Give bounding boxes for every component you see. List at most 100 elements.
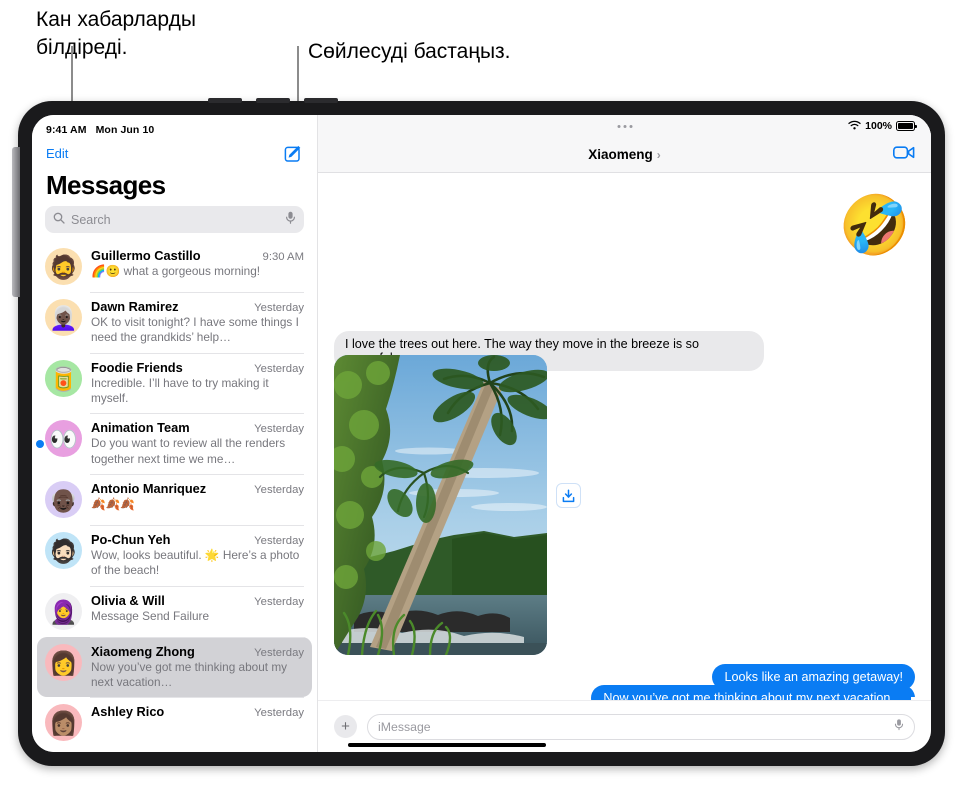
outgoing-message-text: Looks like an amazing getaway!	[724, 670, 903, 684]
conversation-topline: Guillermo Castillo 9:30 AM	[91, 248, 304, 263]
conversation-row[interactable]: 👩🏽 Ashley Rico Yesterday	[37, 697, 312, 748]
sidebar-toolbar: Edit	[32, 136, 317, 163]
plus-icon[interactable]: +	[334, 715, 357, 738]
conversation-row[interactable]: 👩 Xiaomeng Zhong Yesterday Now you’ve got m…	[37, 636, 312, 698]
avatar: 🥫	[45, 359, 82, 397]
conversation-row[interactable]: 🥫 Foodie Friends Yesterday Incredible. I’ll…	[37, 352, 312, 414]
conversation-meta: Animation Team Yesterday Do you want to re…	[91, 420, 304, 467]
home-indicator[interactable]	[348, 743, 546, 747]
power-button[interactable]	[304, 98, 338, 103]
conversation-row[interactable]: 👴🏿 Antonio Manriquez Yesterday 🍂🍂🍂	[37, 473, 312, 525]
conversation-row[interactable]: 👀 Animation Team Yesterday Do you want to r…	[36, 413, 312, 474]
conversation-timestamp: Yesterday	[254, 423, 304, 436]
search-icon	[53, 211, 65, 229]
ipad-screen: 9:41 AM Mon Jun 10 Edit Messages Search …	[32, 115, 931, 752]
wifi-icon	[848, 120, 861, 133]
conversation-meta: Po-Chun Yeh Yesterday Wow, looks beautiful…	[91, 532, 304, 579]
ipad-device-frame: 9:41 AM Mon Jun 10 Edit Messages Search …	[12, 98, 945, 766]
avatar-glyph: 👴🏿	[49, 486, 78, 513]
photo-attachment[interactable]	[334, 355, 547, 655]
video-camera-icon[interactable]	[893, 145, 915, 165]
conversation-name: Dawn Ramirez	[91, 299, 179, 314]
conversation-header: Xiaomeng ›	[318, 137, 931, 173]
callout-label-unread: Кан хабарларды білдіреді.	[36, 8, 196, 59]
avatar: 🧔	[45, 248, 82, 285]
avatar: 👩🏿‍🦳	[45, 299, 82, 336]
row-divider	[90, 292, 304, 293]
conversation-timestamp: Yesterday	[254, 483, 304, 496]
conversation-name: Antonio Manriquez	[91, 480, 207, 496]
status-time: 9:41 AM	[46, 124, 87, 136]
compose-icon[interactable]	[284, 144, 303, 163]
conversation-row[interactable]: 🧕 Olivia & Will Yesterday Message Send Fail…	[37, 585, 312, 637]
messages-sidebar: 9:41 AM Mon Jun 10 Edit Messages Search …	[32, 115, 318, 752]
avatar-glyph: 👩🏿‍🦳	[49, 305, 78, 331]
conversation-preview: Incredible. I’ll have to try making it m…	[91, 375, 269, 405]
conversation-name: Animation Team	[91, 420, 190, 436]
reaction-emoji: 🤣	[838, 193, 911, 258]
conversation-name: Olivia & Will	[91, 592, 165, 608]
microphone-icon[interactable]	[285, 211, 296, 229]
chevron-right-icon: ›	[656, 147, 661, 162]
row-divider	[90, 697, 304, 699]
status-indicators: 100%	[848, 120, 917, 133]
photo-message[interactable]	[334, 355, 547, 655]
row-divider	[90, 473, 304, 475]
row-divider	[90, 585, 304, 587]
conversation-meta: Guillermo Castillo 9:30 AM 🌈🙂 what a gorge…	[91, 248, 304, 285]
conversation-name: Ashley Rico	[91, 704, 165, 720]
conversation-name: Foodie Friends	[91, 359, 183, 375]
conversation-topline: Olivia & Will Yesterday	[91, 593, 304, 608]
conversation-row[interactable]: 👩🏿‍🦳 Dawn Ramirez Yesterday OK to visit ton…	[37, 292, 312, 353]
status-date: Mon Jun 10	[95, 124, 155, 136]
conversation-topline: Animation Team Yesterday	[91, 420, 304, 435]
imessage-input[interactable]: iMessage	[367, 713, 915, 740]
conversation-meta: Xiaomeng Zhong Yesterday Now you’ve got me…	[91, 644, 304, 691]
volume-button[interactable]	[256, 98, 290, 103]
status-bar-left: 9:41 AM Mon Jun 10	[32, 115, 317, 136]
message-thread[interactable]: 🤣 I love the trees out here. The way the…	[318, 173, 931, 700]
avatar-glyph: 🧔	[49, 254, 78, 280]
conversation-row[interactable]: 🧔🏻 Po-Chun Yeh Yesterday Wow, looks beautif…	[37, 524, 312, 586]
conversation-timestamp: Yesterday	[254, 595, 304, 608]
unread-badge-dot	[36, 439, 44, 448]
row-divider	[90, 413, 304, 415]
edit-button[interactable]: Edit	[46, 146, 68, 161]
conversation-meta: Foodie Friends Yesterday Incredible. I’ll …	[91, 360, 304, 407]
search-placeholder: Search	[71, 212, 111, 227]
multitasking-dots-icon[interactable]	[617, 124, 632, 128]
avatar: 👴🏿	[45, 480, 82, 518]
conversation-topline: Xiaomeng Zhong Yesterday	[91, 644, 304, 659]
conversation-preview: 🌈🙂 what a gorgeous morning!	[91, 264, 261, 278]
callout-label-new-conversation: Сөйлесуді бастаңыз.	[308, 40, 511, 63]
conversation-preview: 🍂🍂🍂	[91, 496, 136, 511]
outgoing-message-bubble[interactable]: Now you’ve got me thinking about my next…	[591, 685, 919, 700]
conversation-timestamp: Yesterday	[254, 362, 304, 375]
avatar-glyph: 👩	[49, 649, 78, 676]
screenshot-root: Кан хабарларды білдіреді. Сөйлесуді баст…	[0, 0, 963, 787]
search-input[interactable]: Search	[45, 206, 304, 233]
avatar: 🧔🏻	[45, 531, 82, 569]
conversation-topline: Dawn Ramirez Yesterday	[91, 299, 304, 314]
avatar-glyph: 🧔🏻	[49, 537, 78, 564]
imessage-placeholder: iMessage	[378, 719, 431, 734]
conversation-preview: Do you want to review all the renders to…	[91, 436, 286, 466]
contact-name: Xiaomeng	[588, 147, 653, 162]
avatar-glyph: 👀	[49, 426, 78, 453]
conversation-name: Guillermo Castillo	[91, 248, 201, 263]
save-to-photos-icon[interactable]	[556, 483, 581, 508]
conversation-list[interactable]: 🧔 Guillermo Castillo 9:30 AM 🌈🙂 what a gorg…	[32, 241, 317, 752]
conversation-timestamp: 9:30 AM	[262, 251, 304, 263]
conversation-name: Po-Chun Yeh	[91, 531, 171, 547]
conversation-topline: Antonio Manriquez Yesterday	[91, 481, 304, 496]
microphone-icon[interactable]	[894, 718, 904, 736]
avatar-glyph: 🥫	[49, 365, 78, 392]
volume-button[interactable]	[208, 98, 242, 103]
conversation-timestamp: Yesterday	[254, 646, 304, 659]
conversation-row[interactable]: 🧔 Guillermo Castillo 9:30 AM 🌈🙂 what a gorg…	[37, 241, 312, 292]
page-title: Messages	[46, 170, 166, 200]
conversation-pane: 100% Xiaomeng › 🤣 I love the trees out h…	[318, 115, 931, 752]
search-container: Search	[32, 206, 317, 241]
contact-name-button[interactable]: Xiaomeng ›	[588, 147, 661, 162]
conversation-meta: Olivia & Will Yesterday Message Send Failu…	[91, 593, 304, 630]
